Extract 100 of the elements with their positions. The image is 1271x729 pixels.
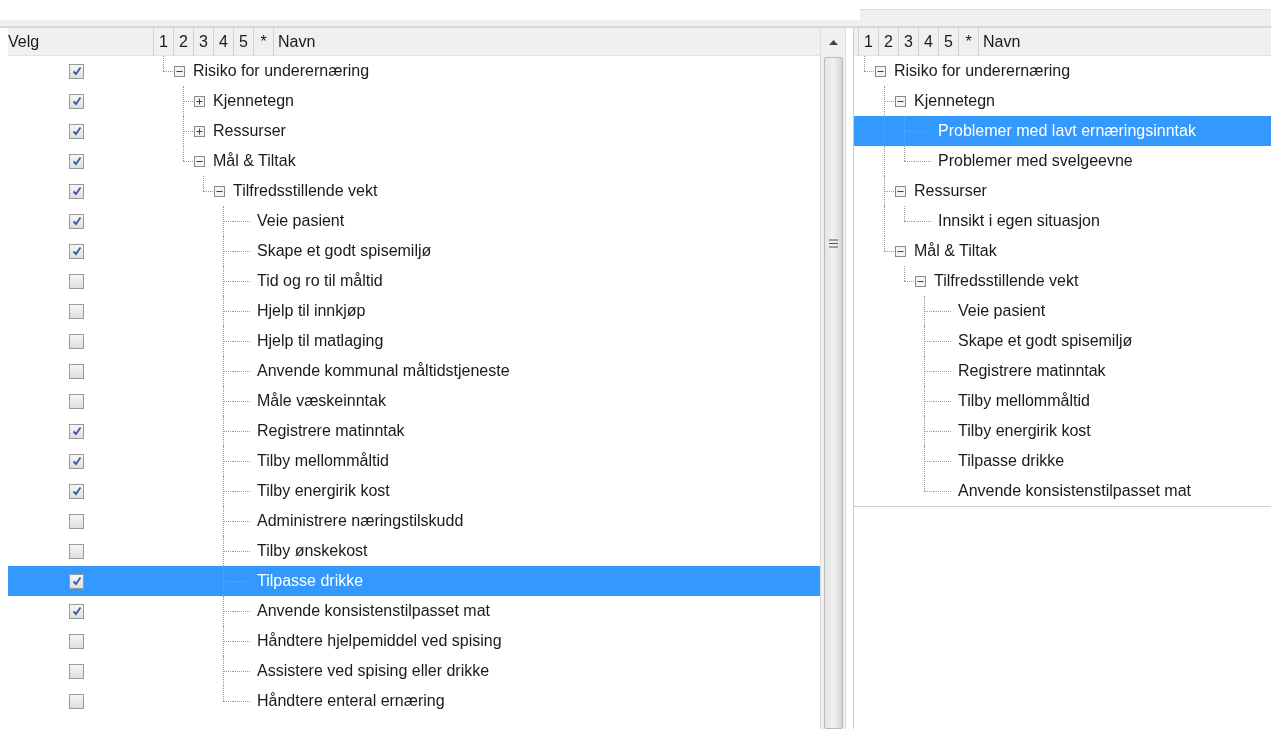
column-header[interactable]: 3 [193, 28, 213, 55]
column-header[interactable]: 1 [153, 28, 173, 55]
column-header[interactable]: Navn [978, 28, 1271, 55]
column-header[interactable]: 2 [878, 28, 898, 55]
tree-row[interactable]: Hjelp til matlaging [8, 326, 820, 356]
checkbox[interactable] [69, 183, 84, 199]
tree-row[interactable]: Håndtere hjelpemiddel ved spising [8, 626, 820, 656]
checkbox[interactable] [69, 123, 84, 139]
tree-item-label: Problemer med lavt ernæringsinntak [938, 122, 1196, 140]
column-header[interactable]: 2 [173, 28, 193, 55]
collapse-icon[interactable] [194, 155, 205, 167]
collapse-icon[interactable] [875, 65, 886, 77]
checkbox[interactable] [69, 573, 84, 589]
tree-item-label: Assistere ved spising eller drikke [257, 662, 490, 680]
checkbox[interactable] [69, 663, 84, 679]
expand-icon[interactable] [194, 125, 205, 137]
column-header[interactable]: 1 [858, 28, 878, 55]
tree-row[interactable]: Mål & Tiltak [8, 146, 820, 176]
tree-row[interactable]: Måle væskeinntak [8, 386, 820, 416]
checkbox[interactable] [69, 543, 84, 559]
tree-row[interactable]: Veie pasient [8, 206, 820, 236]
column-header[interactable]: 5 [938, 28, 958, 55]
checkbox[interactable] [69, 333, 84, 349]
checkbox[interactable] [69, 213, 84, 229]
tree-item-label: Tilfredsstillende vekt [233, 182, 378, 200]
tree-row[interactable]: Anvende kommunal måltidstjeneste [8, 356, 820, 386]
tree-row[interactable]: Problemer med svelgeevne [854, 146, 1271, 176]
tree-row[interactable]: Assistere ved spising eller drikke [8, 656, 820, 686]
collapse-icon[interactable] [895, 185, 906, 197]
checkbox[interactable] [69, 693, 84, 709]
tree-item-label: Registrere matinntak [958, 362, 1106, 380]
tree-item-label: Ressurser [914, 182, 987, 200]
tree-row[interactable]: Hjelp til innkjøp [8, 296, 820, 326]
checkbox[interactable] [69, 273, 84, 289]
tree-row[interactable]: Administrere næringstilskudd [8, 506, 820, 536]
tree-row[interactable]: Innsikt i egen situasjon [854, 206, 1271, 236]
tree-item-label: Veie pasient [958, 302, 1046, 320]
column-header[interactable]: * [958, 28, 978, 55]
tree-item-label: Veie pasient [257, 212, 345, 230]
column-header[interactable]: * [253, 28, 273, 55]
checkbox[interactable] [69, 513, 84, 529]
tree-row[interactable]: Tilfredsstillende vekt [8, 176, 820, 206]
column-header[interactable]: 4 [918, 28, 938, 55]
scrollbar[interactable] [820, 28, 846, 729]
column-header[interactable]: 3 [898, 28, 918, 55]
checkbox[interactable] [69, 423, 84, 439]
checkbox[interactable] [69, 483, 84, 499]
column-header[interactable]: 4 [213, 28, 233, 55]
tree-row[interactable]: Tilby mellommåltid [854, 386, 1271, 416]
tree-row[interactable]: Tilby ønskekost [8, 536, 820, 566]
checkbox[interactable] [69, 633, 84, 649]
tree-row[interactable]: Håndtere enteral ernæring [8, 686, 820, 716]
checkbox[interactable] [69, 363, 84, 379]
tree-row[interactable]: Ressurser [8, 116, 820, 146]
tree-row[interactable]: Tilpasse drikke [854, 446, 1271, 476]
tree-row[interactable]: Anvende konsistenstilpasset mat [854, 476, 1271, 507]
tree-item-label: Tilfredsstillende vekt [934, 272, 1079, 290]
collapse-icon[interactable] [895, 95, 906, 107]
checkbox[interactable] [69, 153, 84, 169]
tree-row[interactable]: Risiko for underernæring [8, 56, 820, 86]
checkbox[interactable] [69, 93, 84, 109]
tree-row[interactable]: Tid og ro til måltid [8, 266, 820, 296]
checkbox[interactable] [69, 393, 84, 409]
tree-item-label: Anvende konsistenstilpasset mat [257, 602, 490, 620]
tree-row[interactable]: Tilby energirik kost [854, 416, 1271, 446]
column-header[interactable]: Velg [8, 28, 153, 55]
collapse-icon[interactable] [214, 185, 225, 197]
tree-row[interactable]: Kjennetegn [8, 86, 820, 116]
checkbox[interactable] [69, 603, 84, 619]
tree-row[interactable]: Registrere matinntak [8, 416, 820, 446]
tree-item-label: Registrere matinntak [257, 422, 405, 440]
tree-row[interactable]: Risiko for underernæring [854, 56, 1271, 86]
scroll-up-icon[interactable] [828, 40, 838, 45]
tree-row[interactable]: Ressurser [854, 176, 1271, 206]
checkbox[interactable] [69, 63, 84, 79]
tree-row[interactable]: Tilfredsstillende vekt [854, 266, 1271, 296]
tree-item-label: Tilpasse drikke [958, 452, 1065, 470]
tree-row[interactable]: Anvende konsistenstilpasset mat [8, 596, 820, 626]
column-header[interactable]: 5 [233, 28, 253, 55]
tree-row[interactable]: Veie pasient [854, 296, 1271, 326]
tree-item-label: Skape et godt spisemiljø [257, 242, 432, 260]
scrollbar-thumb[interactable] [823, 57, 843, 729]
tree-row[interactable]: Tilby mellommåltid [8, 446, 820, 476]
tree-item-label: Mål & Tiltak [213, 152, 296, 170]
checkbox[interactable] [69, 453, 84, 469]
tree-item-label: Hjelp til innkjøp [257, 302, 366, 320]
tree-row[interactable]: Registrere matinntak [854, 356, 1271, 386]
collapse-icon[interactable] [174, 65, 185, 77]
checkbox[interactable] [69, 243, 84, 259]
collapse-icon[interactable] [895, 245, 906, 257]
tree-row[interactable]: Skape et godt spisemiljø [8, 236, 820, 266]
tree-row[interactable]: Mål & Tiltak [854, 236, 1271, 266]
tree-item-label: Ressurser [213, 122, 286, 140]
collapse-icon[interactable] [915, 275, 926, 287]
tree-row[interactable]: Tilby energirik kost [8, 476, 820, 506]
expand-icon[interactable] [194, 95, 205, 107]
tree-item-label: Hjelp til matlaging [257, 332, 384, 350]
tree-row[interactable]: Skape et godt spisemiljø [854, 326, 1271, 356]
checkbox[interactable] [69, 303, 84, 319]
tree-row[interactable]: Kjennetegn [854, 86, 1271, 116]
